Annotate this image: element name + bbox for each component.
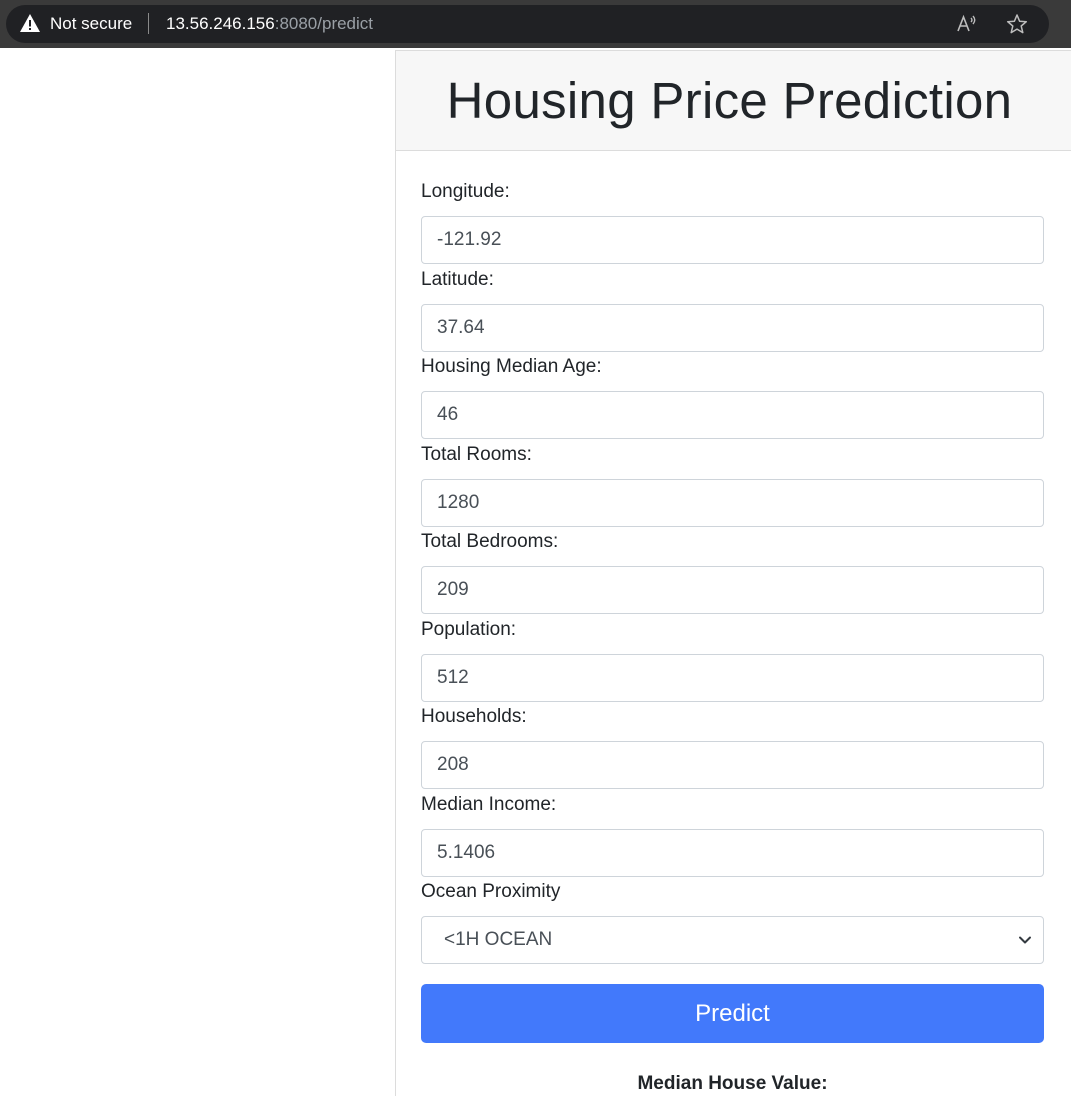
total-rooms-label: Total Rooms: <box>421 444 532 465</box>
longitude-group: Longitude: <box>421 181 1044 264</box>
ocean-proximity-selected: <1H OCEAN <box>444 929 553 950</box>
favorite-star-icon[interactable] <box>1006 13 1028 35</box>
address-divider <box>148 13 149 34</box>
read-aloud-icon[interactable] <box>956 13 978 35</box>
chevron-down-icon <box>1019 936 1031 944</box>
total-bedrooms-label: Total Bedrooms: <box>421 531 559 552</box>
population-group: Population: <box>421 619 1044 702</box>
housing-median-age-group: Housing Median Age: <box>421 356 1044 439</box>
ocean-proximity-label: Ocean Proximity <box>421 881 561 902</box>
ocean-proximity-select[interactable]: <1H OCEAN <box>421 916 1044 964</box>
households-input[interactable] <box>421 741 1044 789</box>
card-header: Housing Price Prediction <box>396 51 1071 151</box>
url-text[interactable]: 13.56.246.156:8080/predict <box>166 14 373 34</box>
prediction-card: Housing Price Prediction Longitude: Lati… <box>395 50 1071 1096</box>
latitude-label: Latitude: <box>421 269 494 290</box>
page-title: Housing Price Prediction <box>446 72 1013 129</box>
longitude-input[interactable] <box>421 216 1044 264</box>
warning-icon[interactable] <box>19 13 41 33</box>
median-income-group: Median Income: <box>421 794 1044 877</box>
predict-button[interactable]: Predict <box>421 984 1044 1043</box>
population-label: Population: <box>421 619 517 640</box>
median-income-label: Median Income: <box>421 794 557 815</box>
housing-median-age-label: Housing Median Age: <box>421 356 602 377</box>
latitude-group: Latitude: <box>421 269 1044 352</box>
median-income-input[interactable] <box>421 829 1044 877</box>
population-input[interactable] <box>421 654 1044 702</box>
housing-median-age-input[interactable] <box>421 391 1044 439</box>
total-rooms-group: Total Rooms: <box>421 444 1044 527</box>
total-bedrooms-group: Total Bedrooms: <box>421 531 1044 614</box>
security-status-label[interactable]: Not secure <box>50 14 132 34</box>
url-path: :8080/predict <box>274 14 374 33</box>
ocean-proximity-group: Ocean Proximity <1H OCEAN <box>421 881 1044 964</box>
total-rooms-input[interactable] <box>421 479 1044 527</box>
url-host: 13.56.246.156 <box>166 14 275 33</box>
households-label: Households: <box>421 706 527 727</box>
longitude-label: Longitude: <box>421 181 510 202</box>
browser-toolbar: Not secure 13.56.246.156:8080/predict <box>0 0 1071 48</box>
address-bar[interactable]: Not secure 13.56.246.156:8080/predict <box>6 5 1049 43</box>
total-bedrooms-input[interactable] <box>421 566 1044 614</box>
latitude-input[interactable] <box>421 304 1044 352</box>
households-group: Households: <box>421 706 1044 789</box>
median-house-value-label: Median House Value: <box>637 1073 828 1094</box>
